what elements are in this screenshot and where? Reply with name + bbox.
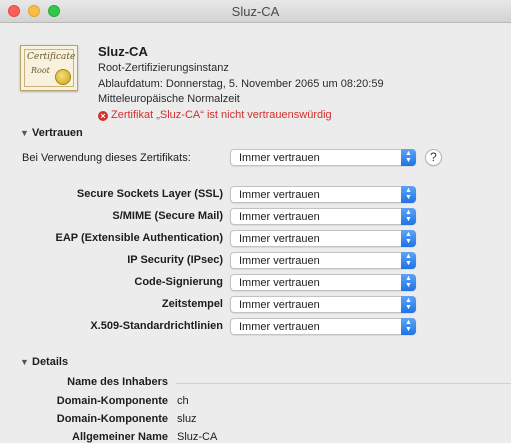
popup-arrows-icon: ▲ ▼ <box>401 318 416 335</box>
trust-main-popup[interactable]: Immer vertrauen ▲ ▼ <box>230 149 416 166</box>
certificate-icon: Certificate Root <box>20 45 78 91</box>
trust-warning-text: Zertifikat „Sluz-CA“ ist nicht vertrauen… <box>111 109 332 121</box>
trust-row-popup[interactable]: Immer vertrauen ▲ ▼ <box>230 296 416 313</box>
trust-row-popup[interactable]: Immer vertrauen ▲ ▼ <box>230 274 416 291</box>
trust-row-value: Immer vertrauen <box>239 233 320 245</box>
trust-row-popup[interactable]: Immer vertrauen ▲ ▼ <box>230 318 416 335</box>
seal-icon <box>55 69 71 85</box>
trust-row-popup[interactable]: Immer vertrauen ▲ ▼ <box>230 186 416 203</box>
certificate-timezone: Mitteleuropäische Normalzeit <box>98 93 240 105</box>
certificate-type: Root-Zertifizierungsinstanz <box>98 62 229 74</box>
trust-row-label: Secure Sockets Layer (SSL) <box>76 188 223 200</box>
subject-heading: Name des Inhabers <box>67 376 168 388</box>
trust-row-label: Zeitstempel <box>161 298 223 310</box>
trust-row-value: Immer vertrauen <box>239 189 320 201</box>
trust-row-value: Immer vertrauen <box>239 321 320 333</box>
trust-row-popup[interactable]: Immer vertrauen ▲ ▼ <box>230 230 416 247</box>
popup-arrows-icon: ▲ ▼ <box>401 252 416 269</box>
details-section-label: Details <box>32 356 69 368</box>
error-icon: × <box>98 111 108 121</box>
detail-field-label: Domain-Komponente <box>56 413 168 425</box>
detail-field-label: Domain-Komponente <box>56 395 168 407</box>
detail-field-label: Allgemeiner Name <box>72 431 168 443</box>
trust-section-toggle[interactable]: ▼ Vertrauen <box>20 127 83 139</box>
divider <box>176 383 511 384</box>
trust-main-label: Bei Verwendung dieses Zertifikats: <box>22 152 191 164</box>
popup-arrows-icon: ▲ ▼ <box>401 230 416 247</box>
trust-row-label: IP Security (IPsec) <box>127 254 223 266</box>
trust-row-popup[interactable]: Immer vertrauen ▲ ▼ <box>230 252 416 269</box>
certificate-expiry: Ablaufdatum: Donnerstag, 5. November 206… <box>98 78 384 90</box>
trust-row-label: X.509-Standardrichtlinien <box>90 320 223 332</box>
popup-arrows-icon: ▲ ▼ <box>401 149 416 166</box>
trust-row-label: EAP (Extensible Authentication) <box>55 232 223 244</box>
certificate-content: Certificate Root Sluz-CA Root-Zertifizie… <box>0 23 511 443</box>
trust-warning: × Zertifikat „Sluz-CA“ ist nicht vertraue… <box>98 109 332 121</box>
certificate-window: Sluz-CA Certificate Root Sluz-CA Root-Ze… <box>0 0 511 443</box>
title-bar[interactable]: Sluz-CA <box>0 0 511 23</box>
popup-arrows-icon: ▲ ▼ <box>401 186 416 203</box>
popup-arrows-icon: ▲ ▼ <box>401 274 416 291</box>
trust-row-value: Immer vertrauen <box>239 211 320 223</box>
trust-row-value: Immer vertrauen <box>239 299 320 311</box>
detail-field-value: Sluz-CA <box>177 431 218 443</box>
popup-arrows-icon: ▲ ▼ <box>401 296 416 313</box>
popup-arrows-icon: ▲ ▼ <box>401 208 416 225</box>
trust-main-value: Immer vertrauen <box>239 152 320 164</box>
help-button[interactable]: ? <box>425 149 442 166</box>
trust-row-popup[interactable]: Immer vertrauen ▲ ▼ <box>230 208 416 225</box>
certificate-icon-text: Certificate <box>27 52 76 62</box>
disclosure-triangle-icon[interactable]: ▼ <box>20 357 32 367</box>
trust-row-label: S/MIME (Secure Mail) <box>112 210 223 222</box>
certificate-name: Sluz-CA <box>98 44 148 59</box>
window-title: Sluz-CA <box>231 4 280 19</box>
detail-field-value: sluz <box>177 413 197 425</box>
trust-row-label: Code-Signierung <box>134 276 223 288</box>
details-section-toggle[interactable]: ▼ Details <box>20 356 68 368</box>
trust-row-value: Immer vertrauen <box>239 255 320 267</box>
detail-field-value: ch <box>177 395 189 407</box>
trust-row-value: Immer vertrauen <box>239 277 320 289</box>
certificate-icon-subtext: Root <box>31 66 50 75</box>
disclosure-triangle-icon[interactable]: ▼ <box>20 128 32 138</box>
trust-section-label: Vertrauen <box>32 127 83 139</box>
